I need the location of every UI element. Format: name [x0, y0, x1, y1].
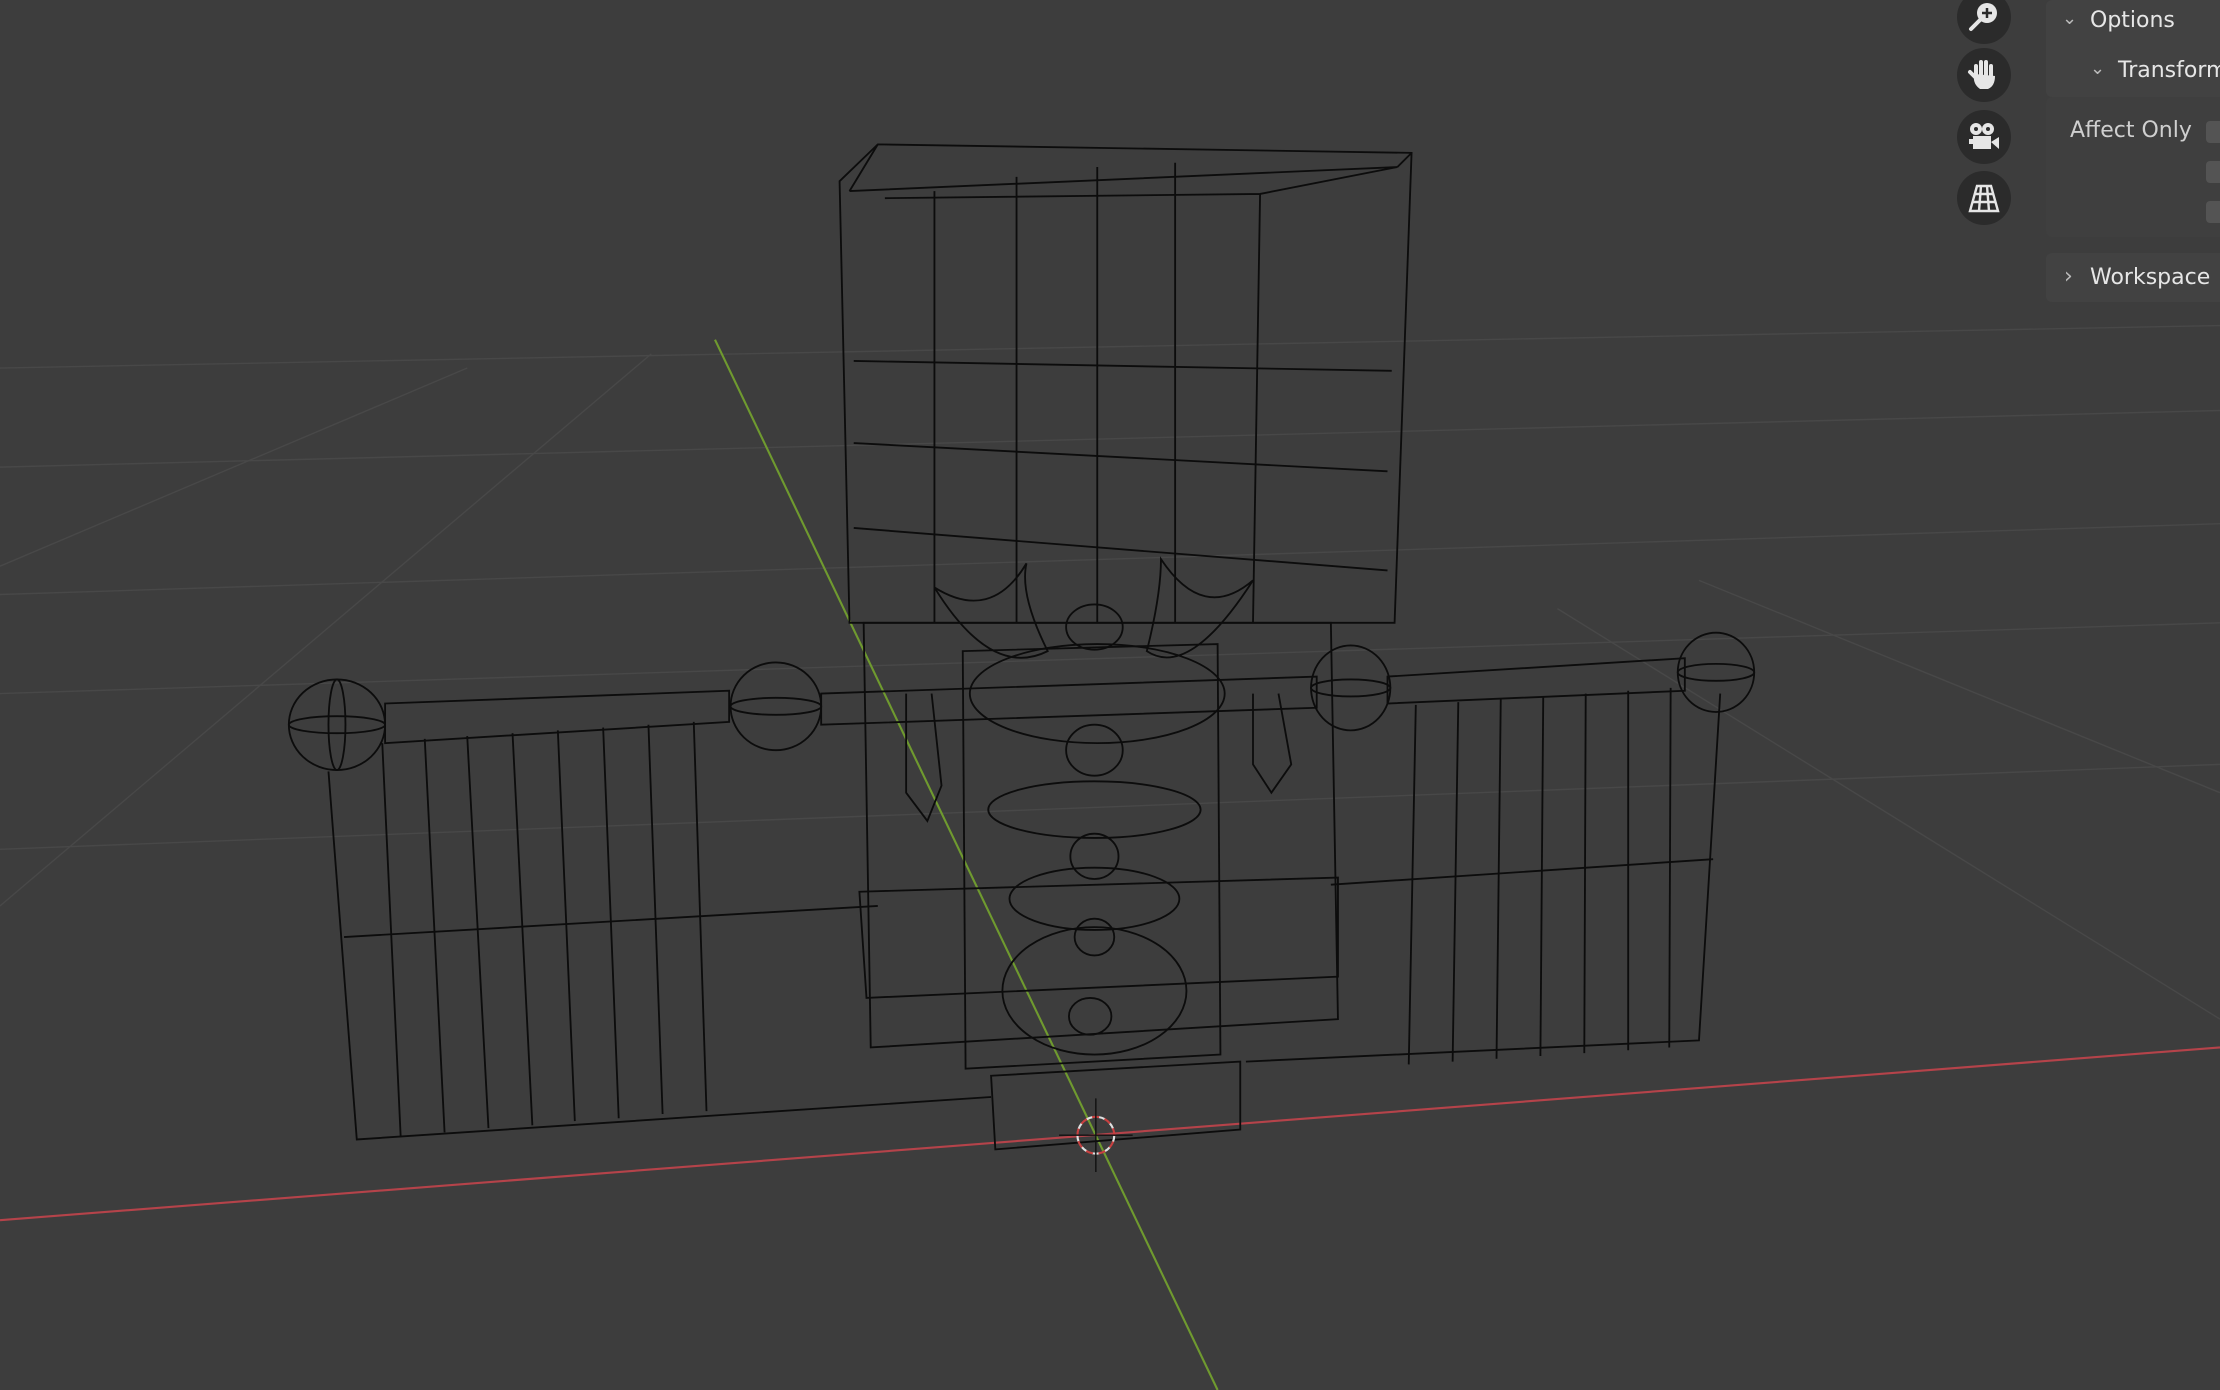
- 3d-viewport[interactable]: [0, 0, 2220, 1390]
- x-axis-line: [0, 1046, 2220, 1222]
- y-axis-line: [714, 339, 1219, 1390]
- wireframe-model: [287, 143, 1756, 1151]
- fence-posts: [381, 687, 1672, 1137]
- affect-only-locations-checkbox[interactable]: [2206, 161, 2220, 183]
- hand-pan-icon: [1968, 60, 1995, 89]
- grid-perspective-icon: [1968, 184, 2000, 213]
- chevron-right-icon[interactable]: ›: [2064, 264, 2073, 289]
- camera-icon: [1969, 123, 1999, 149]
- affect-only-parents-checkbox[interactable]: [2206, 201, 2220, 223]
- 3d-cursor: [1059, 1098, 1133, 1173]
- transform-subheader[interactable]: Transform: [2118, 58, 2220, 83]
- pan-button[interactable]: [1957, 48, 2011, 102]
- zoom-icon: [1969, 3, 1997, 31]
- chevron-down-icon[interactable]: ⌄: [2062, 8, 2077, 29]
- affect-only-origins-checkbox[interactable]: [2206, 121, 2220, 143]
- chevron-down-icon[interactable]: ⌄: [2090, 58, 2105, 79]
- affect-only-label: Affect Only: [2070, 118, 2192, 143]
- camera-view-button[interactable]: [1957, 110, 2011, 164]
- floor-grid: [0, 324, 2220, 1020]
- options-header[interactable]: Options: [2090, 8, 2175, 33]
- workspace-header[interactable]: Workspace: [2090, 265, 2210, 290]
- perspective-toggle-button[interactable]: [1957, 171, 2011, 225]
